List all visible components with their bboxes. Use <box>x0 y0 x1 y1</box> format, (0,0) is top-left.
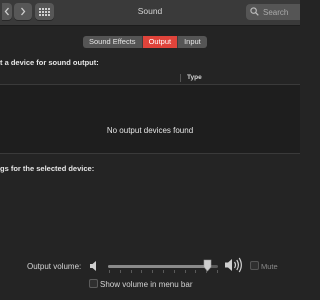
column-divider <box>180 74 181 82</box>
search-field[interactable] <box>246 4 300 20</box>
output-device-list[interactable]: No output devices found <box>0 85 300 154</box>
volume-slider-tick <box>152 270 154 273</box>
tab-input[interactable]: Input <box>178 36 207 48</box>
volume-slider-tick <box>184 270 186 273</box>
title-bar: Sound <box>0 0 300 26</box>
mute-checkbox[interactable] <box>250 261 259 270</box>
tab-sound-effects[interactable]: Sound Effects <box>83 36 143 48</box>
speaker-low-icon <box>90 261 96 271</box>
device-list-header: Type <box>0 72 300 85</box>
volume-slider-tick <box>141 270 143 273</box>
volume-slider-tick <box>109 270 110 273</box>
show-volume-in-menubar-checkbox[interactable] <box>89 279 98 288</box>
tab-bar: Sound Effects Output Input <box>83 36 207 48</box>
volume-slider-thumb[interactable] <box>203 259 212 272</box>
empty-list-message: No output devices found <box>106 126 194 135</box>
volume-slider[interactable] <box>108 265 218 268</box>
show-volume-in-menubar-label: Show volume in menu bar <box>100 280 193 289</box>
search-icon <box>250 7 259 16</box>
volume-slider-tick <box>119 270 121 273</box>
search-input[interactable] <box>263 4 299 20</box>
column-header-type[interactable]: Type <box>187 74 202 81</box>
speaker-high-icon <box>225 257 242 273</box>
tab-output[interactable]: Output <box>142 36 179 48</box>
volume-slider-tick <box>217 270 218 273</box>
volume-slider-tick <box>130 270 132 273</box>
volume-slider-fill <box>108 265 207 268</box>
volume-slider-tick <box>163 270 164 273</box>
device-settings-heading: gs for the selected device: <box>0 164 95 173</box>
volume-slider-tick <box>195 270 197 273</box>
volume-slider-tick <box>173 270 175 273</box>
mute-label: Mute <box>261 262 278 271</box>
output-volume-label: Output volume: <box>27 262 82 271</box>
output-device-heading: t a device for sound output: <box>0 58 99 67</box>
